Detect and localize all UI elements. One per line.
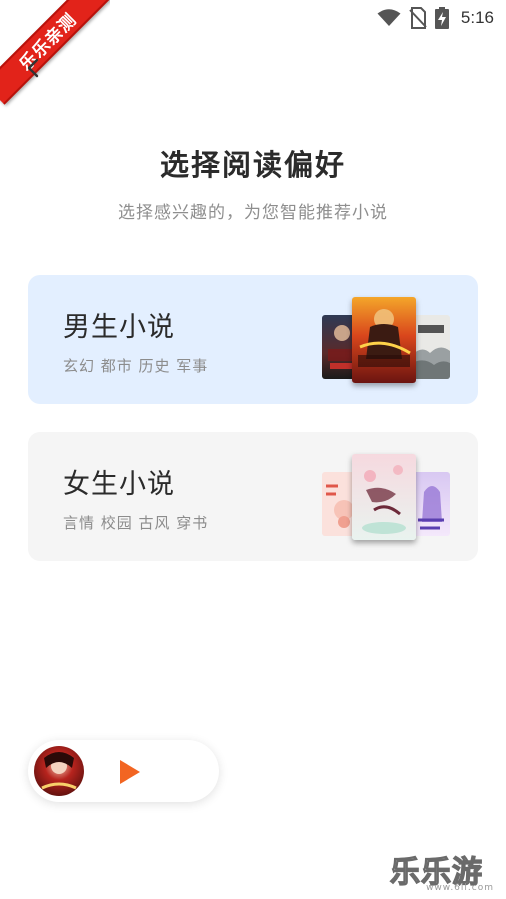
wifi-icon [377, 9, 401, 26]
status-icons: 5:16 [377, 7, 494, 29]
book-covers [322, 297, 450, 383]
book-cover [352, 454, 416, 540]
back-button[interactable] [22, 56, 46, 80]
watermark-ribbon: 乐乐亲测 [0, 0, 110, 110]
book-covers [322, 454, 450, 540]
female-novel-card[interactable]: 女生小说 言情 校园 古风 穿书 [28, 432, 478, 561]
card-title: 男生小说 [63, 312, 175, 343]
play-button[interactable] [116, 758, 144, 786]
mini-audio-player[interactable] [28, 740, 219, 802]
book-cover [412, 472, 450, 536]
play-icon [120, 760, 140, 784]
page-title: 选择阅读偏好 [159, 148, 346, 182]
status-time: 5:16 [460, 8, 494, 27]
watermark-url: www.6ll.com [426, 883, 494, 893]
card-tags: 言情 校园 古风 穿书 [63, 514, 209, 532]
watermark-ribbon-text: 乐乐亲测 [0, 0, 110, 105]
battery-charging-icon [434, 7, 449, 29]
no-sim-icon [409, 7, 427, 29]
male-novel-card[interactable]: 男生小说 玄幻 都市 历史 军事 [28, 275, 478, 404]
book-cover [412, 315, 450, 379]
page-subtitle: 选择感兴趣的，为您智能推荐小说 [118, 203, 388, 223]
audiobook-cover[interactable] [34, 746, 84, 796]
card-tags: 玄幻 都市 历史 军事 [63, 357, 209, 375]
chevron-left-icon [27, 58, 39, 78]
book-cover [352, 297, 416, 383]
card-title: 女生小说 [63, 469, 175, 500]
site-watermark: 乐乐游戏 www.6ll.com [389, 847, 502, 899]
